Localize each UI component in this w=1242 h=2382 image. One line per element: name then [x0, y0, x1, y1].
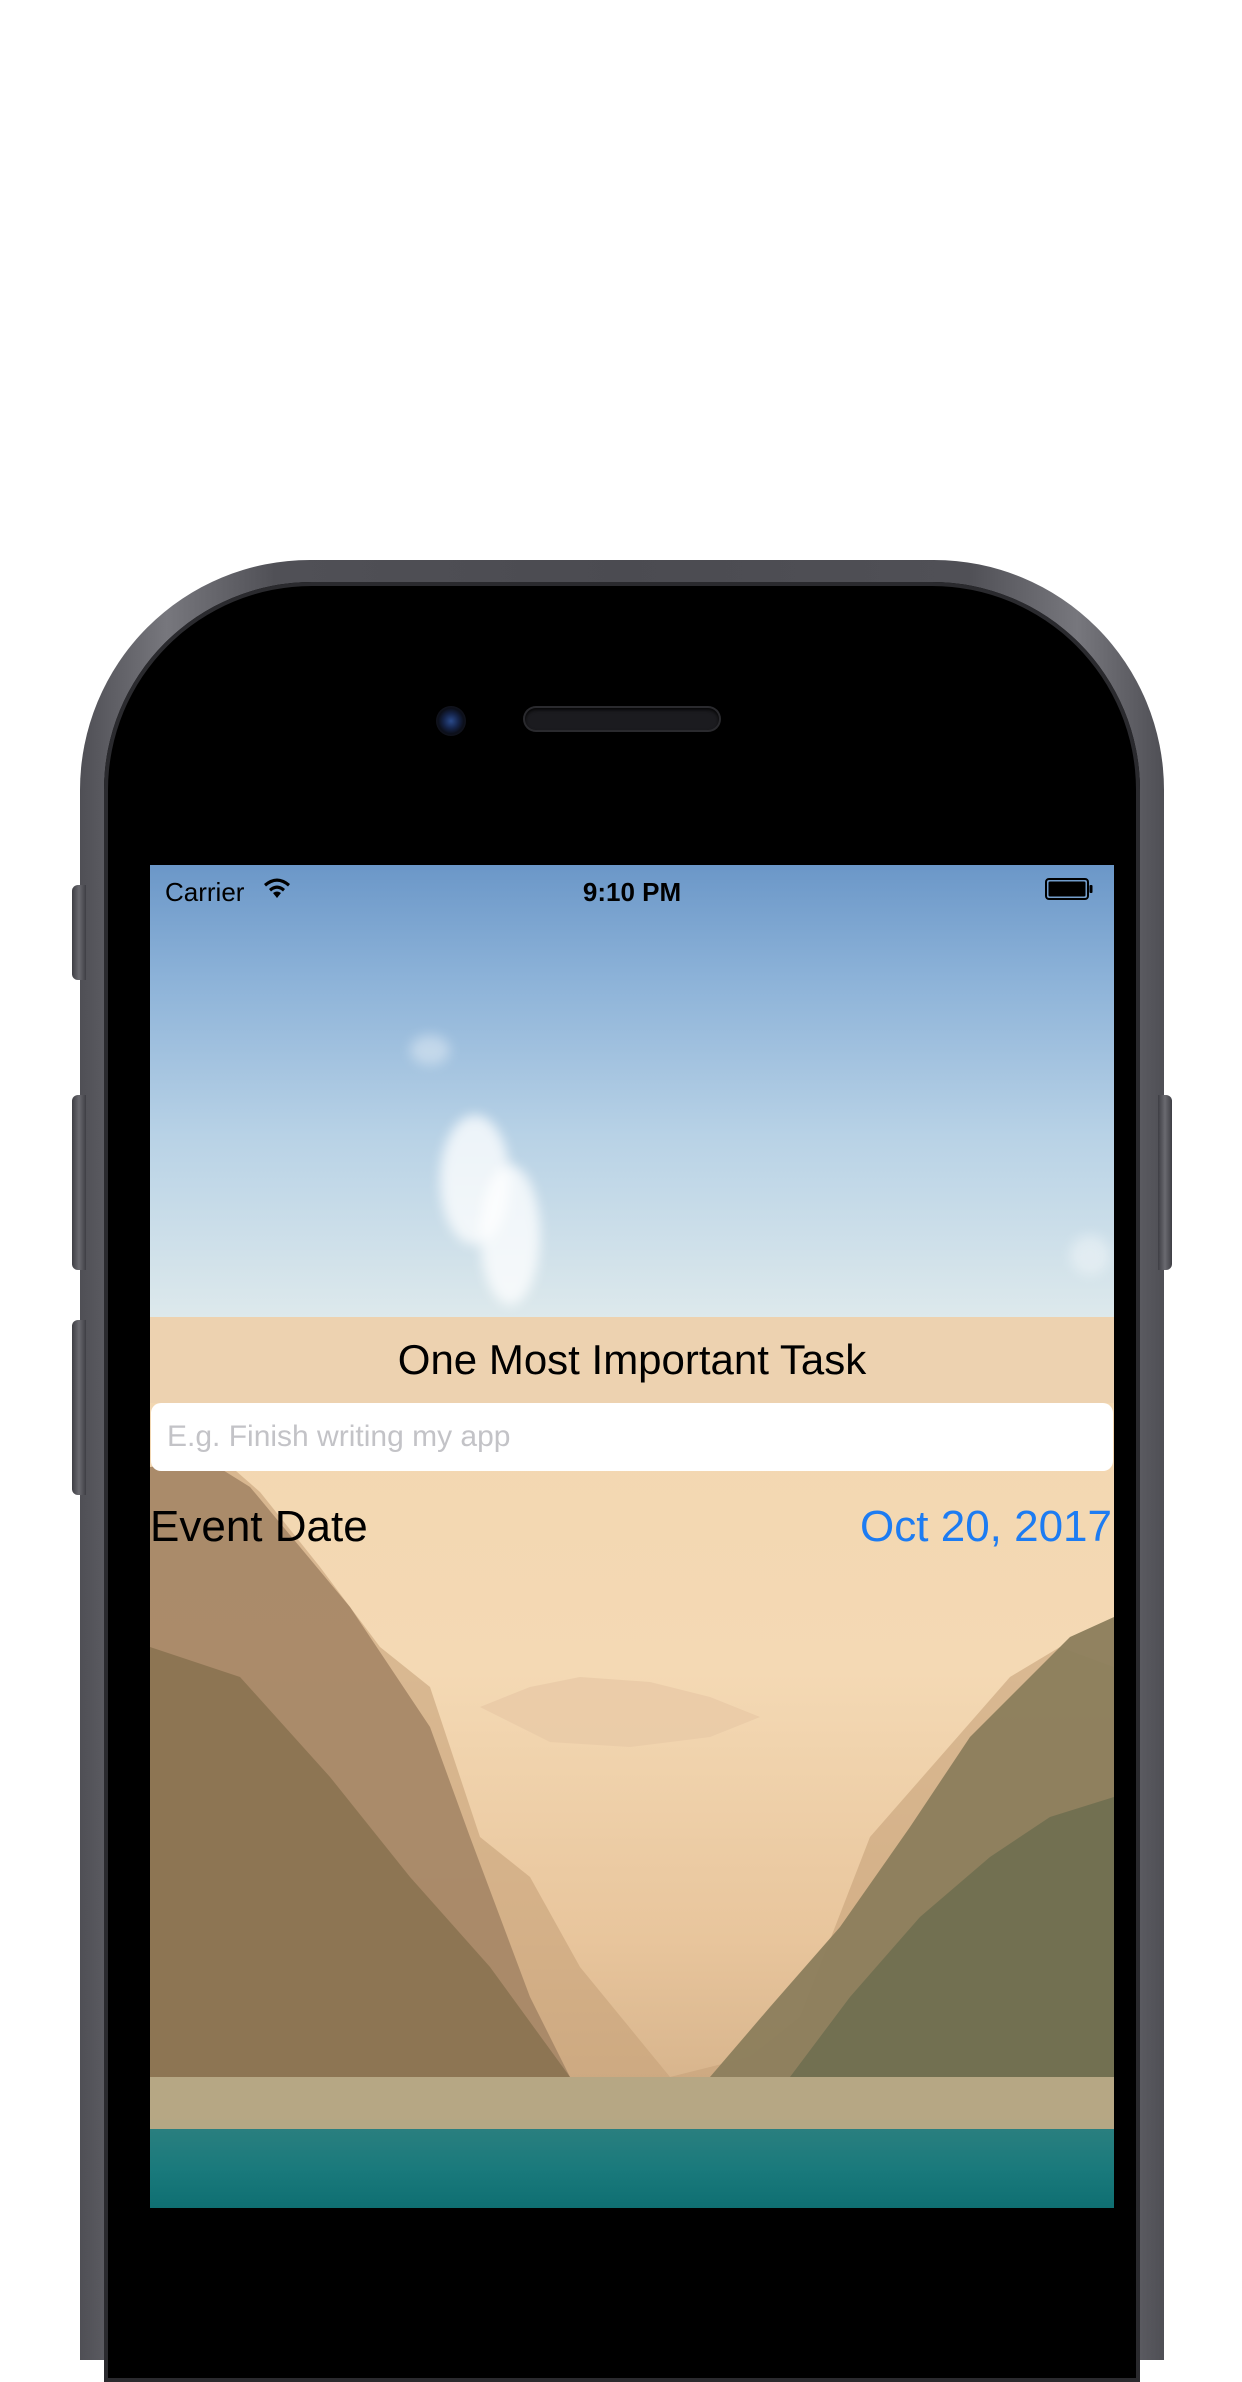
volume-down-button — [72, 1320, 86, 1495]
sky-background — [150, 865, 1114, 1317]
status-time: 9:10 PM — [582, 877, 682, 907]
page-title: One Most Important Task — [397, 1336, 867, 1383]
status-bar: Carrier 9:10 PM — [150, 865, 1114, 913]
mute-switch — [72, 885, 86, 980]
front-camera — [436, 706, 466, 736]
volume-up-button — [72, 1095, 86, 1270]
cloud — [410, 1035, 450, 1065]
cloud — [1070, 1235, 1110, 1275]
task-input[interactable] — [151, 1403, 1113, 1471]
cloud — [480, 1165, 540, 1305]
lake-water — [150, 2129, 1114, 2208]
earpiece-speaker — [525, 708, 719, 730]
battery-icon — [1045, 878, 1093, 900]
app-screen: Carrier 9:10 PM One Most Important Task … — [150, 865, 1114, 2208]
event-date-label: Event Date — [150, 1502, 368, 1551]
event-date-value[interactable]: Oct 20, 2017 — [860, 1502, 1112, 1552]
power-button — [1158, 1095, 1172, 1270]
